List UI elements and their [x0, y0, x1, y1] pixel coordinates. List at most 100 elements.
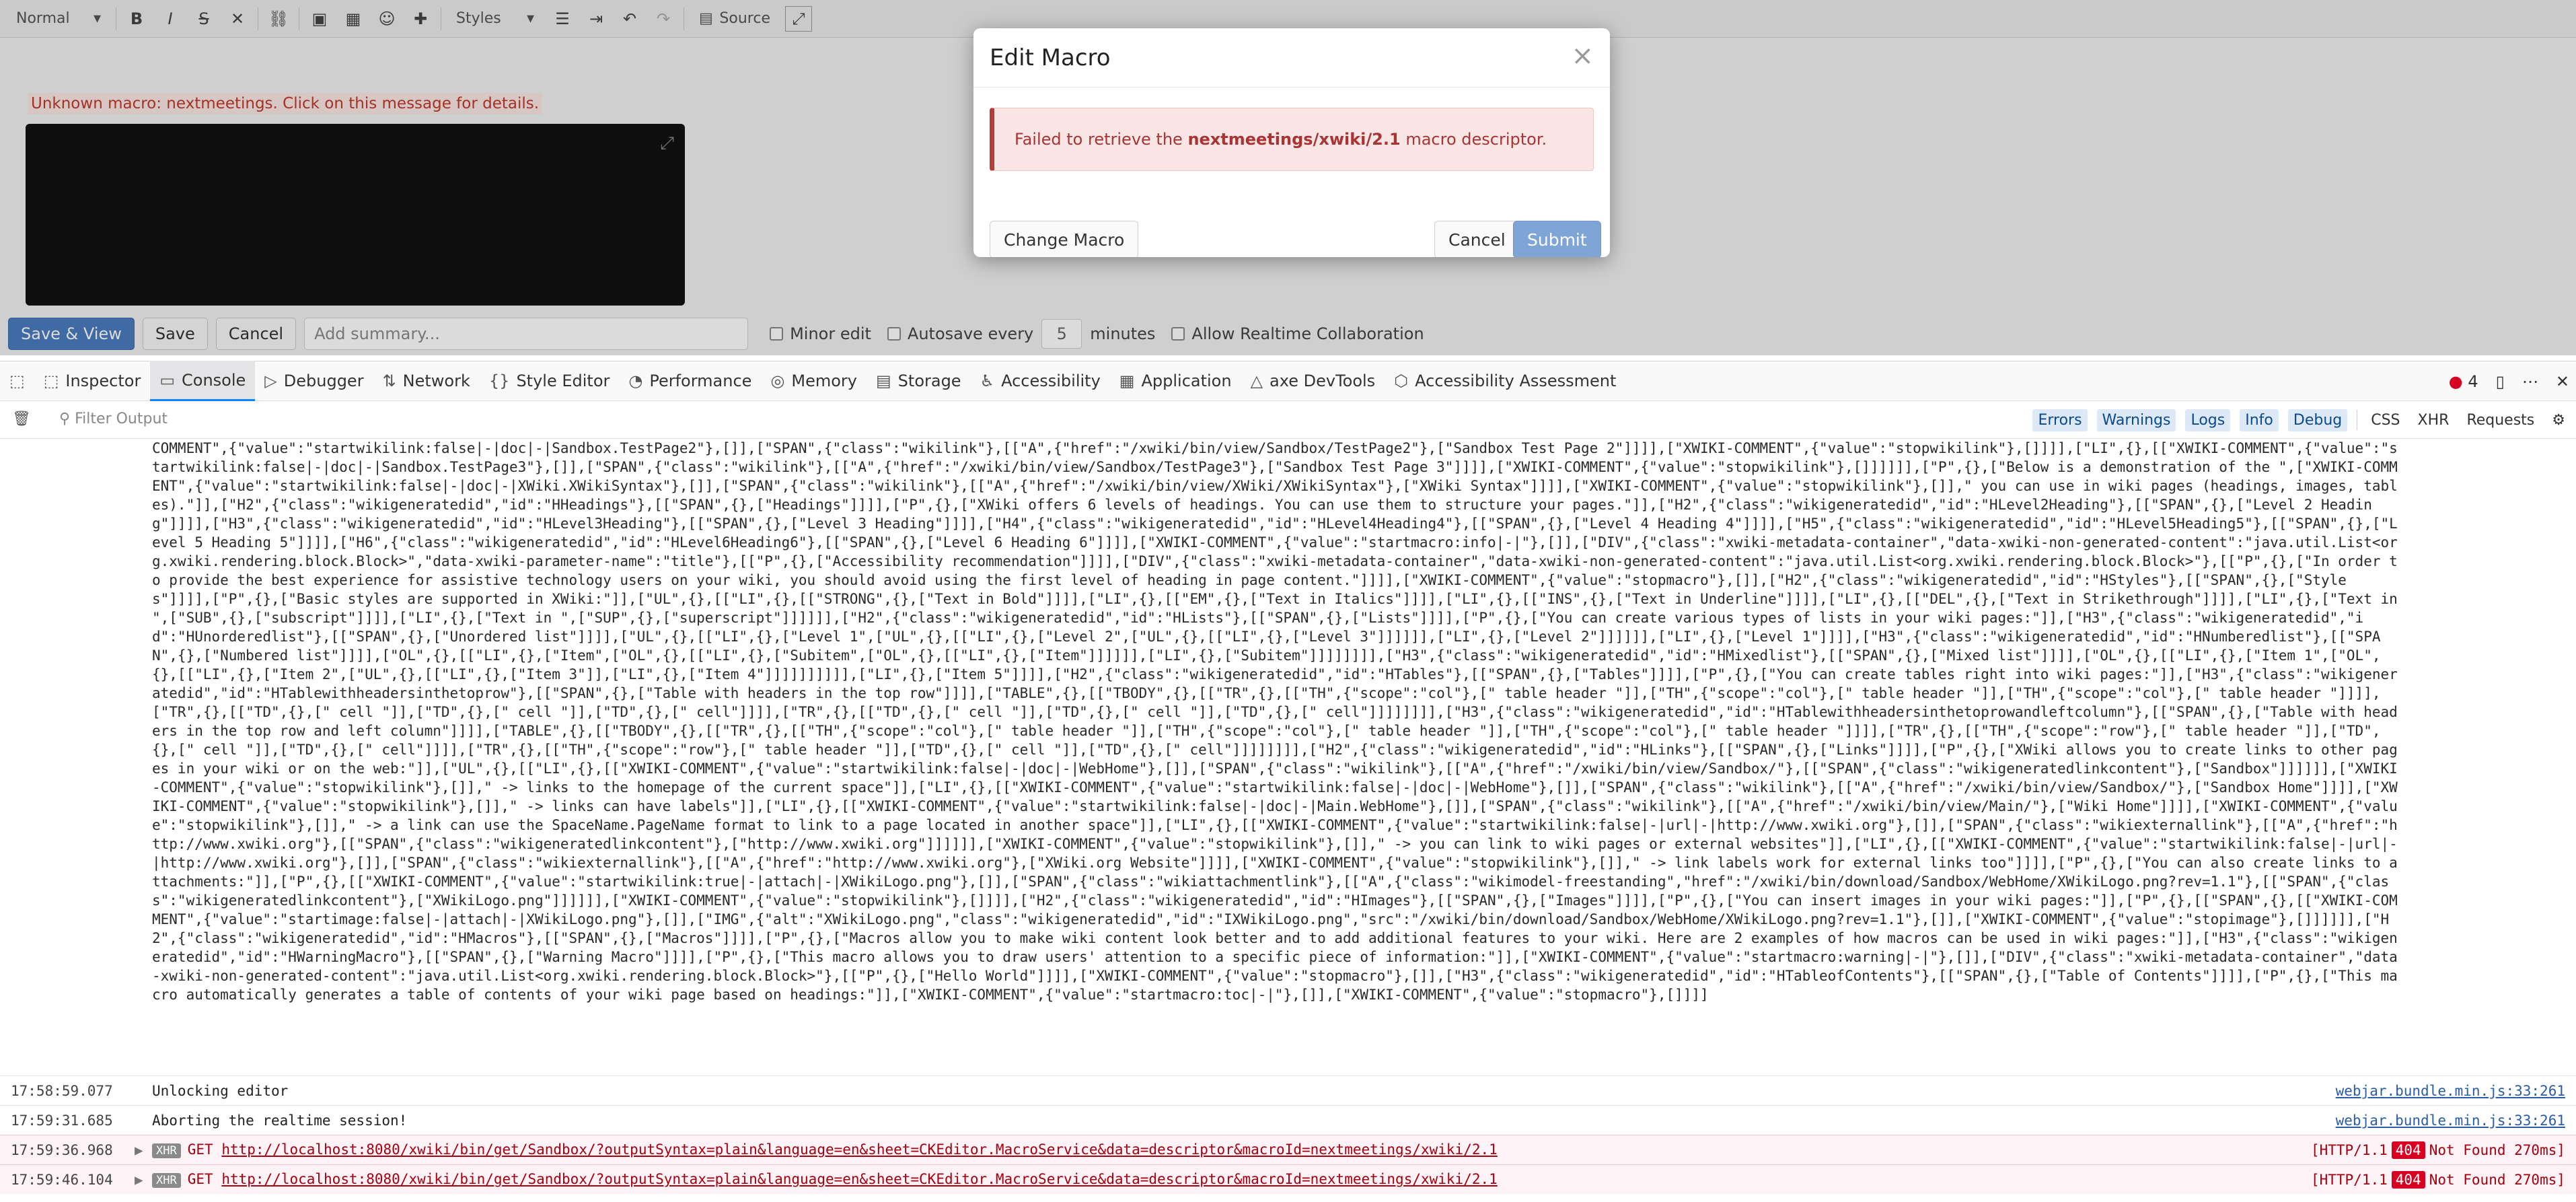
tab-label: Console — [182, 370, 246, 390]
error-count-badge[interactable]: ● 4 — [2449, 372, 2478, 391]
toggle-errors[interactable]: Errors — [2032, 409, 2088, 431]
edit-macro-dialog: Edit Macro × Failed to retrieve the next… — [973, 28, 1610, 257]
inspector-icon: ⬚ — [43, 372, 59, 390]
dock-icon[interactable]: ▯ — [2496, 372, 2505, 391]
alert-text-suffix: macro descriptor. — [1405, 130, 1547, 149]
status-text: Not Found 270ms] — [2429, 1141, 2565, 1158]
tab-style-editor[interactable]: {} Style Editor — [480, 361, 619, 401]
timestamp: 17:59:36.968 — [11, 1141, 113, 1158]
status-text: Not Found 270ms] — [2429, 1171, 2565, 1188]
status-code: 404 — [2391, 1141, 2425, 1159]
console-row: 17:58:59.077 Unlocking editor webjar.bun… — [0, 1075, 2576, 1105]
filter-placeholder: Filter Output — [75, 411, 168, 427]
screen: Normal ▾ B I S ✕ ⛓ ▣ ▦ ☺ ✚ Styles ▾ ☰ ⇥ ↶ … — [0, 0, 2576, 1202]
storage-icon: ▤ — [875, 372, 891, 390]
level-toggles: Errors Warnings Logs Info Debug CSS XHR … — [2032, 401, 2569, 439]
tab-inspector[interactable]: ⬚ Inspector — [34, 361, 151, 401]
tab-storage[interactable]: ▤ Storage — [867, 361, 971, 401]
tab-label: Performance — [649, 372, 752, 390]
tab-label: Inspector — [65, 372, 141, 390]
source-link[interactable]: webjar.bundle.min.js:33:261 — [2336, 1112, 2565, 1129]
tab-label: Debugger — [283, 372, 364, 390]
error-count: 4 — [2468, 372, 2478, 391]
assessment-icon: ⬡ — [1394, 372, 1409, 390]
tab-memory[interactable]: ◎ Memory — [761, 361, 867, 401]
tab-label: Application — [1141, 372, 1232, 390]
log-message: Unlocking editor — [152, 1082, 289, 1099]
style-editor-icon: {} — [488, 372, 510, 390]
log-message: Aborting the realtime session! — [152, 1112, 408, 1129]
toggle-xhr[interactable]: XHR — [2414, 409, 2454, 431]
axe-icon: △ — [1250, 372, 1263, 390]
console-output: COMMENT",{"value":"startwikilink:false|-… — [0, 439, 2576, 1202]
tab-network[interactable]: ⇅ Network — [373, 361, 480, 401]
tab-label: Network — [402, 372, 470, 390]
tab-console[interactable]: ▭ Console — [150, 361, 256, 401]
json-log-message: COMMENT",{"value":"startwikilink:false|-… — [152, 440, 2398, 1003]
dialog-title: Edit Macro — [973, 28, 1610, 87]
more-options-icon[interactable]: ⋯ — [2522, 372, 2538, 391]
alert-macro-id: nextmeetings/xwiki/2.1 — [1187, 130, 1401, 149]
network-icon: ⇅ — [382, 372, 396, 390]
tab-debugger[interactable]: ▷ Debugger — [255, 361, 373, 401]
request-method: GET — [187, 1141, 213, 1158]
toggle-info[interactable]: Info — [2240, 409, 2279, 431]
request-url[interactable]: http://localhost:8080/xwiki/bin/get/Sand… — [221, 1141, 1497, 1158]
timestamp: 17:59:46.104 — [11, 1171, 113, 1188]
source-link[interactable]: webjar.bundle.min.js:33:261 — [2336, 1083, 2565, 1099]
devtools-tabs: ⬚ Inspector ▭ Console ▷ Debugger ⇅ Network {} Sty… — [34, 361, 1626, 401]
tab-label: axe DevTools — [1269, 372, 1376, 390]
toggle-logs[interactable]: Logs — [2185, 409, 2231, 431]
close-devtools-icon[interactable]: ✕ — [2556, 372, 2569, 391]
devtools-tabbar: ⬚ ⬚ Inspector ▭ Console ▷ Debugger ⇅ Network {} S… — [0, 361, 2576, 401]
toggle-requests[interactable]: Requests — [2462, 409, 2538, 431]
tab-label: Style Editor — [516, 372, 610, 390]
tab-label: Memory — [791, 372, 857, 390]
trash-icon[interactable]: 🗑 — [12, 411, 31, 427]
request-status: [HTTP/1.1 404 Not Found 270ms] — [2310, 1170, 2565, 1189]
close-icon[interactable]: × — [1571, 40, 1594, 71]
request-line: XHR GET http://localhost:8080/xwiki/bin/g… — [152, 1171, 1498, 1188]
toggle-debug[interactable]: Debug — [2287, 409, 2348, 431]
console-icon: ▭ — [159, 370, 176, 390]
request-status: [HTTP/1.1 404 Not Found 270ms] — [2310, 1141, 2565, 1159]
cancel-button[interactable]: Cancel — [1434, 221, 1520, 257]
filter-input[interactable]: ⚲ Filter Output — [59, 411, 168, 427]
http-proto: [HTTP/1.1 — [2310, 1171, 2388, 1188]
request-line: XHR GET http://localhost:8080/xwiki/bin/g… — [152, 1141, 1498, 1158]
tab-accessibility-assessment[interactable]: ⬡ Accessibility Assessment — [1385, 361, 1625, 401]
filter-icon: ⚲ — [59, 411, 71, 427]
tab-axe-devtools[interactable]: △ axe DevTools — [1241, 361, 1385, 401]
http-proto: [HTTP/1.1 — [2310, 1141, 2388, 1158]
tab-performance[interactable]: ◔ Performance — [619, 361, 761, 401]
tab-label: Accessibility — [1001, 372, 1101, 390]
request-method: GET — [187, 1171, 213, 1187]
tab-label: Accessibility Assessment — [1415, 372, 1617, 390]
element-picker-icon[interactable]: ⬚ — [0, 361, 34, 401]
application-icon: ▦ — [1119, 372, 1135, 390]
alert-text: Failed to retrieve the — [1015, 130, 1183, 149]
xhr-badge: XHR — [152, 1143, 181, 1158]
change-macro-button[interactable]: Change Macro — [990, 221, 1139, 257]
toggle-css[interactable]: CSS — [2367, 409, 2404, 431]
status-code: 404 — [2391, 1170, 2425, 1189]
timestamp: 17:59:31.685 — [11, 1112, 113, 1129]
xhr-request-row[interactable]: 17:59:36.968 ▶ XHR GET http://localhost:8… — [0, 1135, 2576, 1164]
submit-button[interactable]: Submit — [1513, 221, 1601, 257]
request-url[interactable]: http://localhost:8080/xwiki/bin/get/Sand… — [221, 1171, 1497, 1187]
expand-arrow-icon[interactable]: ▶ — [135, 1172, 143, 1188]
console-row: 17:59:31.685 Aborting the realtime sessi… — [0, 1105, 2576, 1135]
xhr-badge: XHR — [152, 1173, 181, 1188]
tab-application[interactable]: ▦ Application — [1110, 361, 1241, 401]
tab-label: Storage — [897, 372, 961, 390]
accessibility-icon: ♿ — [980, 372, 995, 390]
devtools-controls: ● 4 ▯ ⋯ ✕ — [2449, 361, 2569, 402]
xhr-request-row[interactable]: 17:59:46.104 ▶ XHR GET http://localhost:8… — [0, 1164, 2576, 1194]
timestamp: 17:58:59.077 — [11, 1082, 113, 1099]
settings-icon[interactable]: ⚙ — [2548, 409, 2569, 431]
expand-arrow-icon[interactable]: ▶ — [135, 1142, 143, 1158]
error-alert: Failed to retrieve the nextmeetings/xwik… — [990, 108, 1594, 171]
tab-accessibility[interactable]: ♿ Accessibility — [971, 361, 1110, 401]
toggle-warnings[interactable]: Warnings — [2096, 409, 2176, 431]
debugger-icon: ▷ — [264, 372, 277, 390]
